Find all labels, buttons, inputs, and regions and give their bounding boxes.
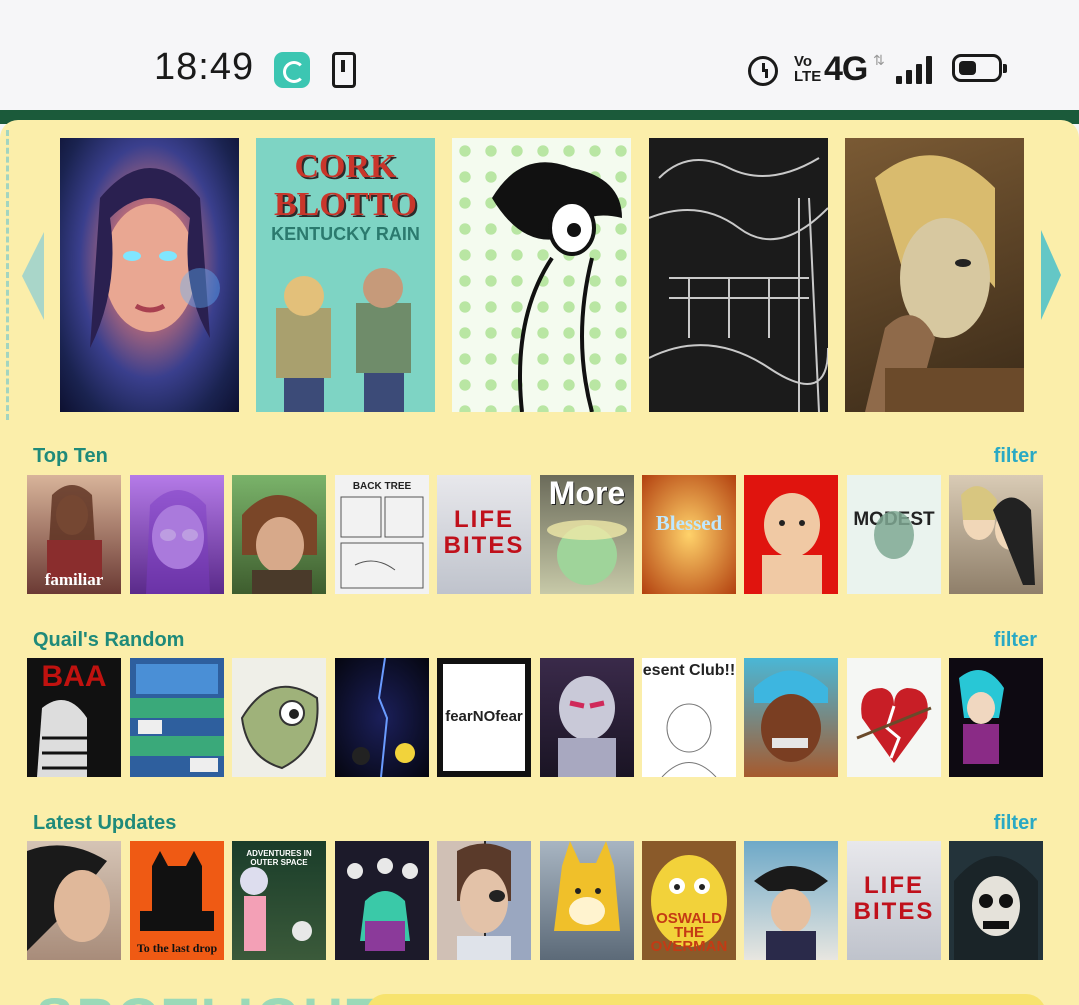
comic-thumb[interactable] [744, 841, 838, 960]
comic-thumb[interactable]: MODEST MEDUSA [847, 475, 941, 594]
carousel-next-icon[interactable] [1041, 230, 1061, 320]
thumb-art [661, 703, 717, 777]
top-ten-row: familiar BACK TREE LIFE BITES More Bless… [27, 475, 1047, 595]
thumb-caption: familiar [44, 570, 104, 589]
comic-thumb[interactable] [335, 658, 429, 777]
comic-thumb[interactable]: ADVENTURES IN OUTER SPACE [232, 841, 326, 960]
comic-thumb[interactable] [744, 475, 838, 594]
comic-thumb[interactable]: familiar [27, 475, 121, 594]
thumb-art [754, 670, 828, 762]
featured-comic-blonde-figure[interactable] [845, 138, 1024, 412]
cork-blotto-art [276, 268, 411, 412]
thumb-art [954, 856, 1038, 960]
featured-comic-portrait[interactable] [60, 138, 239, 412]
alarm-icon [748, 56, 778, 86]
spotlight-section: SPOTLIGHT [0, 990, 1079, 1005]
comic-thumb[interactable]: LIFE BITES [437, 475, 531, 594]
app-notification-icon [274, 52, 310, 88]
volte-indicator: Vo LTE [794, 53, 822, 85]
status-bar: 18:49 Vo LTE 4G ⇅ [0, 0, 1079, 110]
thumb-caption: OSWALD THE OVERMAN [650, 910, 728, 955]
status-clock: 18:49 [154, 46, 255, 88]
spotlight-title: SPOTLIGHT [36, 990, 383, 1005]
comic-thumb[interactable] [540, 841, 634, 960]
comic-thumb[interactable] [27, 841, 121, 960]
thumb-caption: LIFE BITES [443, 506, 525, 559]
thumb-art [130, 664, 224, 772]
cartoon-bird-art [492, 162, 622, 412]
network-type: 4G [824, 50, 868, 88]
thumb-art [352, 658, 415, 777]
thumb-art [146, 490, 210, 594]
side-decoration [0, 130, 9, 420]
thumb-art [856, 688, 932, 763]
latest-updates-filter-link[interactable]: filter [994, 812, 1037, 835]
thumb-art [37, 700, 87, 777]
thumb-art [347, 858, 418, 951]
spotlight-banner[interactable] [366, 994, 1046, 1005]
thumb-art [959, 670, 1004, 764]
signal-icon [896, 56, 936, 84]
thumb-art [874, 511, 914, 559]
comic-thumb[interactable] [232, 475, 326, 594]
comic-thumb[interactable]: esent Club!! [642, 658, 736, 777]
comic-thumb[interactable]: fearNOfear [437, 658, 531, 777]
thumb-caption: More [548, 475, 626, 511]
comic-thumb[interactable]: BAA [27, 658, 121, 777]
page-content: CORK BLOTTO KENTUCKY RAIN Top Ten filter… [0, 120, 1079, 1005]
thumb-art [242, 495, 317, 594]
featured-carousel: CORK BLOTTO KENTUCKY RAIN [60, 138, 1030, 413]
latest-updates-row: To the last drop ADVENTURES IN OUTER SPA… [27, 841, 1047, 961]
quails-random-filter-link[interactable]: filter [994, 629, 1037, 652]
section-title-quails-random: Quail's Random [33, 629, 185, 651]
thumb-art [457, 843, 511, 960]
comic-thumb[interactable] [232, 658, 326, 777]
blonde-figure-art [865, 155, 1024, 412]
comic-thumb[interactable] [949, 841, 1043, 960]
thumb-art [27, 845, 110, 951]
thumb-art [558, 676, 616, 777]
comic-thumb[interactable]: BACK TREE [335, 475, 429, 594]
quails-random-row: BAA fearNOfear esent Club!! [27, 658, 1047, 778]
portrait-art [90, 168, 220, 348]
carousel-prev-icon[interactable] [22, 232, 44, 320]
thumb-art [762, 493, 822, 594]
thumb-caption: BACK TREE [352, 481, 412, 492]
thumb-art [961, 486, 1035, 585]
thumb-art [554, 841, 620, 931]
phone-notification-icon [332, 52, 356, 88]
comic-thumb[interactable] [437, 841, 531, 960]
thumb-art [240, 867, 312, 951]
featured-comic-cartoon-bird[interactable] [452, 138, 631, 412]
featured-comic-cork-blotto[interactable]: CORK BLOTTO KENTUCKY RAIN [256, 138, 435, 412]
thumb-caption: LIFE BITES [853, 872, 935, 925]
forest-art [649, 138, 828, 412]
thumb-caption: fearNOfear [445, 708, 523, 725]
comic-thumb[interactable] [847, 658, 941, 777]
comic-thumb[interactable] [949, 475, 1043, 594]
comic-thumb[interactable] [540, 658, 634, 777]
section-title-latest-updates: Latest Updates [33, 812, 177, 834]
comic-thumb[interactable]: More [540, 475, 634, 594]
network-activity-icon: ⇅ [873, 52, 885, 68]
featured-comic-forest[interactable] [649, 138, 828, 412]
comic-thumb[interactable]: To the last drop [130, 841, 224, 960]
battery-icon [952, 54, 1007, 82]
thumb-caption: Blessed Days [655, 511, 723, 535]
comic-thumb[interactable] [335, 841, 429, 960]
comic-thumb[interactable]: Blessed Days [642, 475, 736, 594]
comic-thumb[interactable]: LIFE BITES [847, 841, 941, 960]
thumb-art [240, 685, 319, 770]
comic-thumb[interactable] [130, 475, 224, 594]
top-ten-filter-link[interactable]: filter [994, 445, 1037, 468]
thumb-art [340, 496, 424, 589]
comic-thumb[interactable]: OSWALD THE OVERMAN [642, 841, 736, 960]
thumb-art [754, 866, 828, 960]
comic-thumb[interactable] [744, 658, 838, 777]
comic-thumb[interactable] [949, 658, 1043, 777]
section-title-top-ten: Top Ten [33, 445, 108, 467]
comic-thumb[interactable] [130, 658, 224, 777]
thumb-caption: To the last drop [136, 941, 218, 955]
